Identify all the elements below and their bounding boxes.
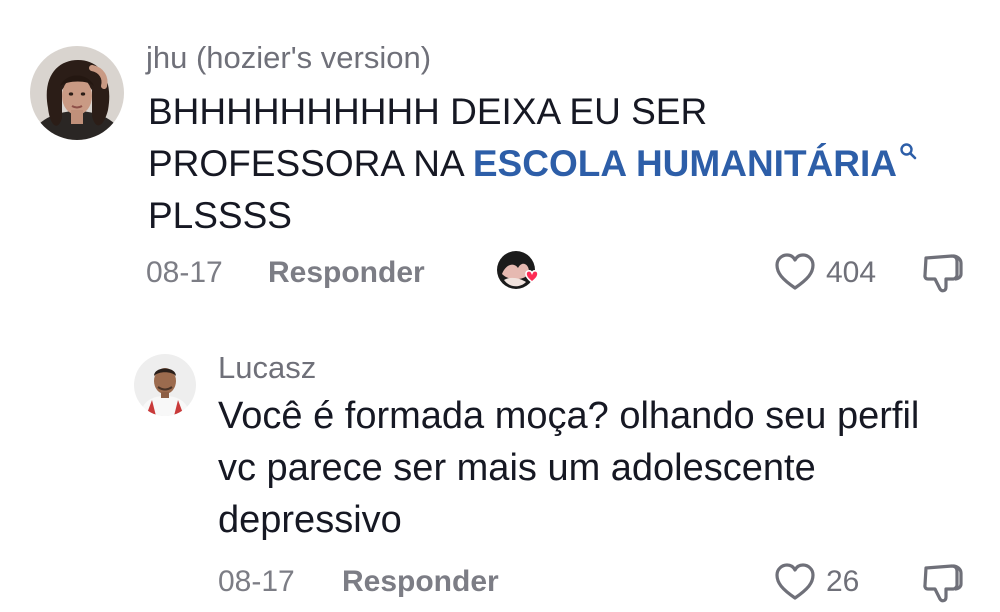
comment-text-line: BHHHHHHHHHH DEIXA EU SER [148, 91, 708, 132]
thumbs-down-outline-icon[interactable] [920, 560, 966, 606]
comment-text: Você é formada moça? olhando seu perfil … [218, 390, 919, 546]
thumbs-down-outline-icon[interactable] [920, 250, 966, 296]
reply-button[interactable]: Responder [268, 256, 425, 290]
comment-text-segment: PROFESSORA NA [148, 143, 473, 184]
comment-text: BHHHHHHHHHH DEIXA EU SER PROFESSORA NA E… [148, 86, 917, 242]
heart-outline-icon[interactable] [774, 562, 816, 602]
comment-text-line: PROFESSORA NA ESCOLA HUMANITÁRIA [148, 138, 917, 190]
username[interactable]: Lucasz [218, 350, 316, 386]
search-icon[interactable] [899, 142, 917, 160]
comment-text-line: vc parece ser mais um adolescente [218, 447, 816, 489]
avatar-image [30, 46, 124, 140]
hashtag-link[interactable]: ESCOLA HUMANITÁRIA [473, 143, 897, 184]
comment-text-line: PLSSSS [148, 195, 292, 236]
reply-button[interactable]: Responder [342, 565, 499, 599]
creator-liked-heart-icon [496, 250, 540, 294]
comment-date: 08-17 [146, 256, 223, 289]
avatar[interactable] [30, 46, 124, 140]
like-count: 26 [826, 565, 860, 598]
username[interactable]: jhu (hozier's version) [146, 40, 431, 76]
comment-text-line: depressivo [218, 499, 402, 541]
comment-text-line: Você é formada moça? olhando seu perfil [218, 395, 920, 437]
avatar-image [134, 354, 196, 416]
like-count: 404 [826, 256, 877, 289]
comment-date: 08-17 [218, 565, 295, 598]
heart-outline-icon[interactable] [774, 252, 816, 292]
avatar[interactable] [134, 354, 196, 416]
